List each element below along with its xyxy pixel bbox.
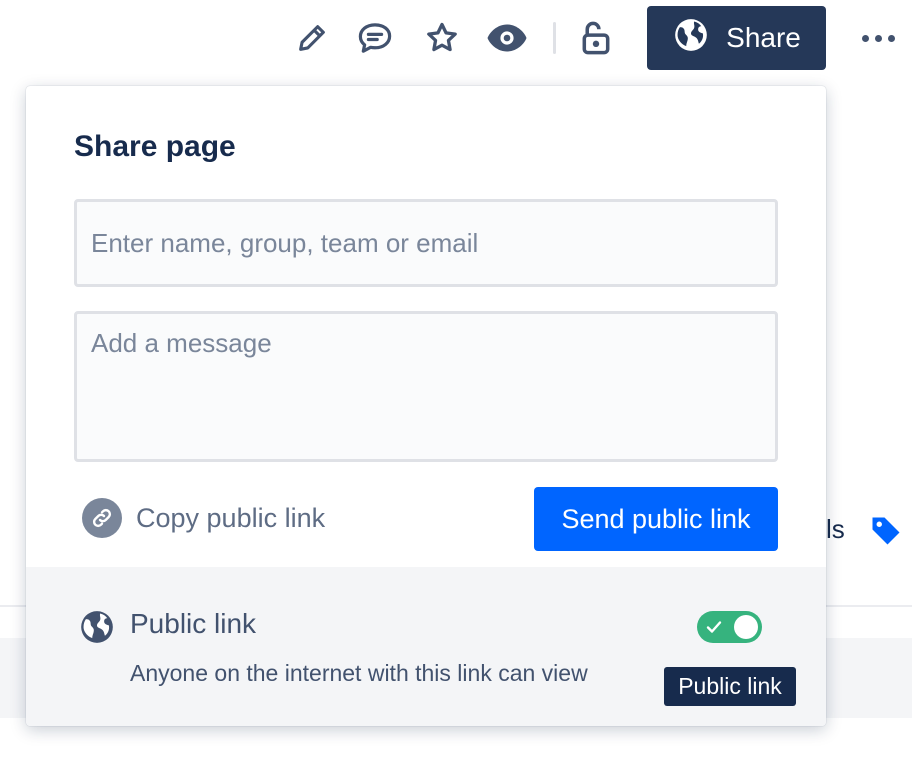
watch-button[interactable]: [485, 16, 529, 60]
eye-icon: [486, 21, 528, 55]
copy-public-link-button[interactable]: Copy public link: [82, 498, 325, 538]
edit-button[interactable]: [290, 16, 334, 60]
public-link-description: Anyone on the internet with this link ca…: [130, 660, 588, 686]
globe-icon: [672, 16, 710, 61]
public-link-tooltip: Public link: [664, 667, 796, 706]
share-dialog: Share page Copy public link Send public …: [26, 86, 826, 726]
star-icon: [424, 20, 460, 56]
star-button[interactable]: [420, 16, 464, 60]
comment-icon: [356, 20, 394, 56]
restrictions-button[interactable]: [574, 16, 618, 60]
public-link-title: Public link: [130, 608, 257, 639]
public-link-toggle[interactable]: [697, 611, 762, 643]
background-label-fragment: ls: [826, 514, 845, 544]
pencil-icon: [295, 21, 329, 55]
check-icon: [706, 619, 722, 640]
toggle-knob: [734, 615, 758, 639]
dialog-title: Share page: [74, 130, 236, 163]
share-button-label: Share: [726, 22, 801, 53]
page: ls Share Share page Enter name, group, t…: [0, 0, 912, 770]
globe-icon: [78, 608, 116, 651]
more-actions-button[interactable]: [854, 20, 902, 56]
toolbar-divider: [553, 22, 556, 54]
unlock-icon: [578, 19, 614, 57]
more-icon: [861, 34, 895, 42]
send-public-link-button[interactable]: Send public link: [534, 487, 778, 551]
label-tag-icon[interactable]: [868, 513, 904, 554]
recipient-input[interactable]: [74, 199, 778, 287]
copy-public-link-label: Copy public link: [136, 502, 326, 533]
comment-button[interactable]: [353, 16, 397, 60]
message-field[interactable]: [74, 311, 778, 462]
share-button[interactable]: Share: [647, 6, 826, 70]
link-icon: [82, 498, 122, 538]
